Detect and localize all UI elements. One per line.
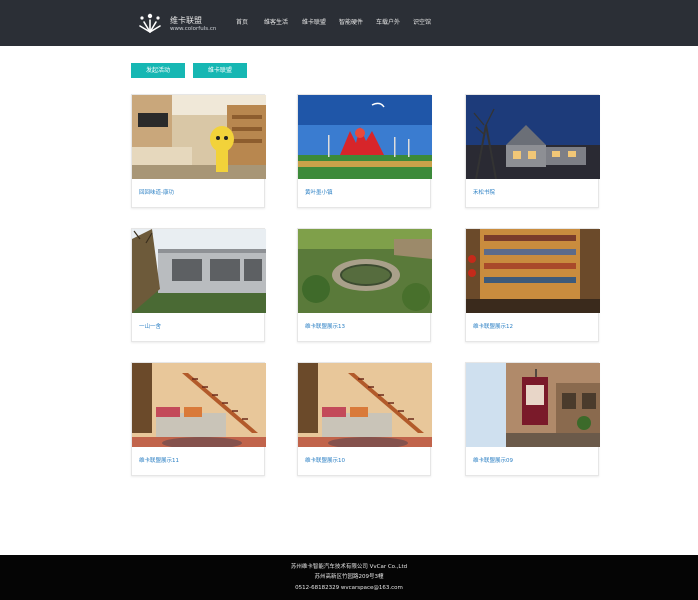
card-5[interactable]: 维卡联盟展示13 [297, 228, 432, 342]
main-nav: 首页 维客生活 维卡联盟 智能硬件 车载户外 识空馆 [0, 18, 698, 30]
card-5-caption[interactable]: 维卡联盟展示13 [305, 322, 345, 330]
nav-vvlife[interactable]: 维客生活 [264, 18, 288, 28]
card-1[interactable]: 回回味道-康功 [131, 94, 266, 208]
card-9-photo[interactable] [466, 363, 600, 447]
card-1-caption[interactable]: 回回味道-康功 [139, 188, 174, 196]
card-4-photo[interactable] [132, 229, 266, 313]
card-2[interactable]: 黄叶墨小镇 [297, 94, 432, 208]
card-9[interactable]: 维卡联盟展示09 [465, 362, 600, 476]
nav-home[interactable]: 首页 [236, 18, 248, 28]
card-8-caption[interactable]: 维卡联盟展示10 [305, 456, 345, 464]
card-6-photo[interactable] [466, 229, 600, 313]
card-7-caption[interactable]: 维卡联盟展示11 [139, 456, 179, 464]
card-3[interactable]: 禾松书院 [465, 94, 600, 208]
card-3-caption[interactable]: 禾松书院 [473, 188, 495, 196]
card-7-photo[interactable] [132, 363, 266, 447]
card-6[interactable]: 维卡联盟展示12 [465, 228, 600, 342]
footer-address: 苏州高新区竹园路209号3幢 [314, 574, 384, 580]
card-6-caption[interactable]: 维卡联盟展示12 [473, 322, 513, 330]
nav-smart-hardware[interactable]: 智能硬件 [339, 18, 363, 28]
card-5-photo[interactable] [298, 229, 432, 313]
top-navbar: 维卡联盟 www.colorfuls.cn 首页 维客生活 维卡联盟 智能硬件 … [0, 0, 698, 46]
card-4[interactable]: 一山一舍 [131, 228, 266, 342]
card-2-photo[interactable] [298, 95, 432, 179]
card-7[interactable]: 维卡联盟展示11 [131, 362, 266, 476]
card-1-photo[interactable] [132, 95, 266, 179]
card-2-caption[interactable]: 黄叶墨小镇 [305, 188, 333, 196]
card-8[interactable]: 维卡联盟展示10 [297, 362, 432, 476]
footer-contact: 0512-68182329 wvcarspace@163.com [295, 585, 403, 591]
nav-space[interactable]: 识空馆 [413, 18, 431, 28]
footer: 苏州维卡智能汽车技术有限公司 VvCar Co.,Ltd 苏州高新区竹园路209… [0, 555, 698, 600]
card-4-caption[interactable]: 一山一舍 [139, 322, 161, 330]
footer-company: 苏州维卡智能汽车技术有限公司 VvCar Co.,Ltd [290, 564, 408, 570]
launch-activity-button[interactable]: 发起活动 [131, 63, 185, 78]
card-8-photo[interactable] [298, 363, 432, 447]
nav-outdoor[interactable]: 车载户外 [376, 18, 400, 28]
alliance-button[interactable]: 维卡联盟 [193, 63, 247, 78]
card-9-caption[interactable]: 维卡联盟展示09 [473, 456, 513, 464]
card-3-photo[interactable] [466, 95, 600, 179]
nav-alliance[interactable]: 维卡联盟 [302, 18, 326, 28]
